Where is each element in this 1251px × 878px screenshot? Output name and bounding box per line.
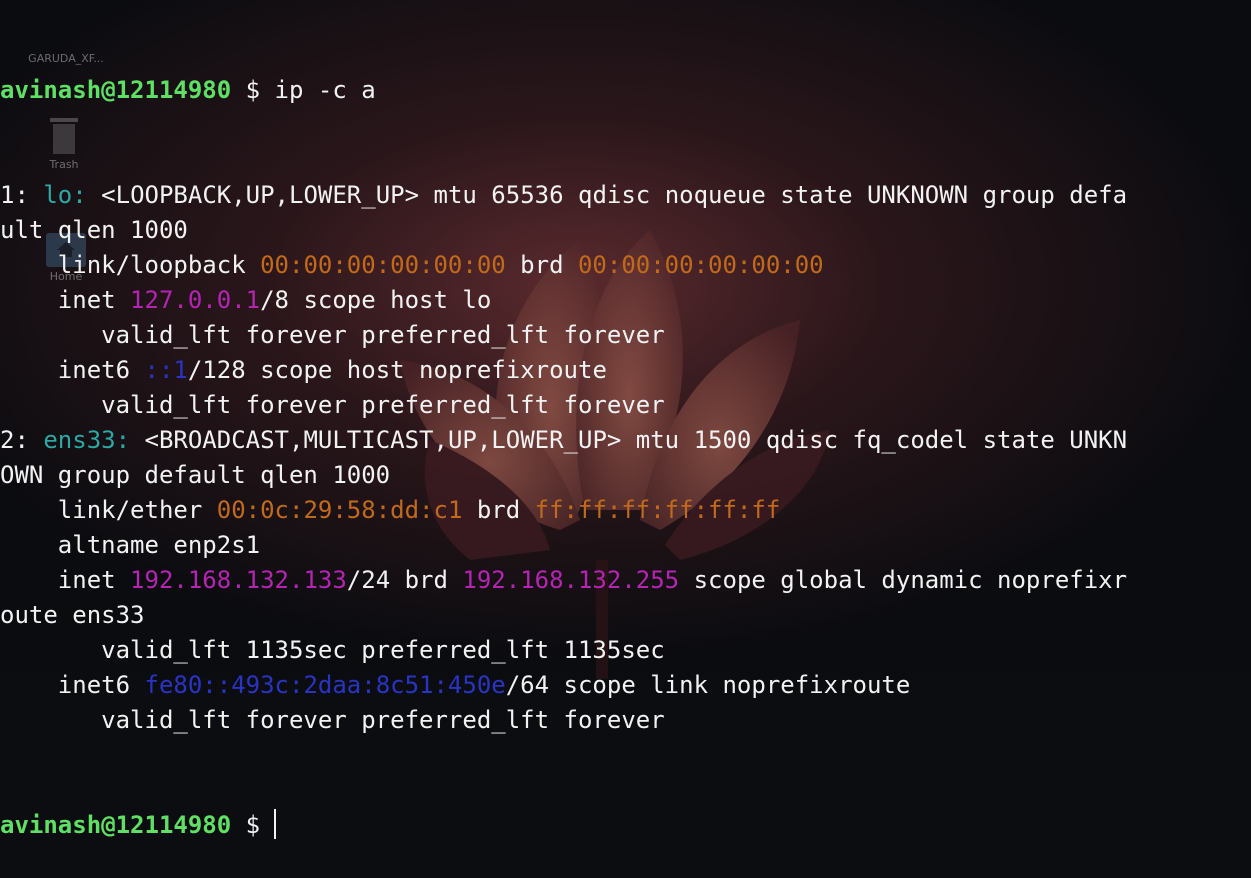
output-text: 1: (0, 181, 44, 209)
ipv6-address: fe80::493c:2daa:8c51:450e (144, 671, 506, 699)
output-line: inet 127.0.0.1/8 scope host lo (0, 283, 1251, 318)
output-text: /24 brd (346, 566, 463, 594)
output-line: 2: ens33: <BROADCAST,MULTICAST,UP,LOWER_… (0, 423, 1251, 458)
mac-address: 00:0c:29:58:dd:c1 (216, 496, 463, 524)
output-text: valid_lft 1135sec preferred_lft 1135sec (0, 636, 665, 664)
output-line: altname enp2s1 (0, 528, 1251, 563)
mac-address: ff:ff:ff:ff:ff:ff (534, 496, 781, 524)
output-text: altname enp2s1 (0, 531, 261, 559)
output-line: ult qlen 1000 (0, 213, 1251, 248)
interface-name: lo: (43, 181, 87, 209)
output-text: 2: (0, 426, 44, 454)
output-text: brd (462, 496, 535, 524)
text-cursor (274, 809, 277, 839)
output-text: inet6 (0, 671, 145, 699)
output-line: inet6 fe80::493c:2daa:8c51:450e/64 scope… (0, 668, 1251, 703)
output-text: valid_lft forever preferred_lft forever (0, 321, 665, 349)
output-line: OWN group default qlen 1000 (0, 458, 1251, 493)
interface-name: ens33: (43, 426, 131, 454)
output-text: scope global dynamic noprefixr (679, 566, 1128, 594)
terminal-output[interactable]: avinash@12114980 $ ip -c a 1: lo: <LOOPB… (0, 3, 1251, 878)
output-line: inet 192.168.132.133/24 brd 192.168.132.… (0, 563, 1251, 598)
output-line: link/loopback 00:00:00:00:00:00 brd 00:0… (0, 248, 1251, 283)
output-text: valid_lft forever preferred_lft forever (0, 706, 665, 734)
command-line: avinash@12114980 $ ip -c a (0, 73, 1251, 108)
command-output: 1: lo: <LOOPBACK,UP,LOWER_UP> mtu 65536 … (0, 178, 1251, 738)
mac-address: 00:00:00:00:00:00 (577, 251, 824, 279)
ipv4-address: 127.0.0.1 (130, 286, 261, 314)
ipv6-address: ::1 (144, 356, 188, 384)
prompt-user: avinash@12114980 (0, 76, 232, 104)
ipv4-address: 192.168.132.133 (130, 566, 347, 594)
prompt-symbol: $ (231, 811, 261, 839)
output-text: <BROADCAST,MULTICAST,UP,LOWER_UP> mtu 15… (130, 426, 1128, 454)
output-text: oute ens33 (0, 601, 145, 629)
output-line: valid_lft 1135sec preferred_lft 1135sec (0, 633, 1251, 668)
prompt-user: avinash@12114980 (0, 811, 232, 839)
output-text: link/ether (0, 496, 217, 524)
output-text: inet (0, 566, 131, 594)
output-line: valid_lft forever preferred_lft forever (0, 318, 1251, 353)
output-text: ult qlen 1000 (0, 216, 188, 244)
output-text: valid_lft forever preferred_lft forever (0, 391, 665, 419)
output-text: inet6 (0, 356, 145, 384)
output-line: valid_lft forever preferred_lft forever (0, 703, 1251, 738)
command-text: ip -c a (274, 76, 376, 104)
output-text: /128 scope host noprefixroute (187, 356, 607, 384)
output-line: link/ether 00:0c:29:58:dd:c1 brd ff:ff:f… (0, 493, 1251, 528)
output-text: link/loopback (0, 251, 261, 279)
prompt-symbol: $ (231, 76, 275, 104)
output-text: /64 scope link noprefixroute (505, 671, 911, 699)
output-line: inet6 ::1/128 scope host noprefixroute (0, 353, 1251, 388)
output-line: 1: lo: <LOOPBACK,UP,LOWER_UP> mtu 65536 … (0, 178, 1251, 213)
output-text: <LOOPBACK,UP,LOWER_UP> mtu 65536 qdisc n… (86, 181, 1128, 209)
active-prompt-line[interactable]: avinash@12114980 $ (0, 808, 1251, 843)
output-text: OWN group default qlen 1000 (0, 461, 391, 489)
output-text: inet (0, 286, 131, 314)
output-text: /8 scope host lo (260, 286, 492, 314)
output-line: oute ens33 (0, 598, 1251, 633)
output-line: valid_lft forever preferred_lft forever (0, 388, 1251, 423)
output-text: brd (505, 251, 578, 279)
ipv4-address: 192.168.132.255 (462, 566, 680, 594)
mac-address: 00:00:00:00:00:00 (260, 251, 506, 279)
